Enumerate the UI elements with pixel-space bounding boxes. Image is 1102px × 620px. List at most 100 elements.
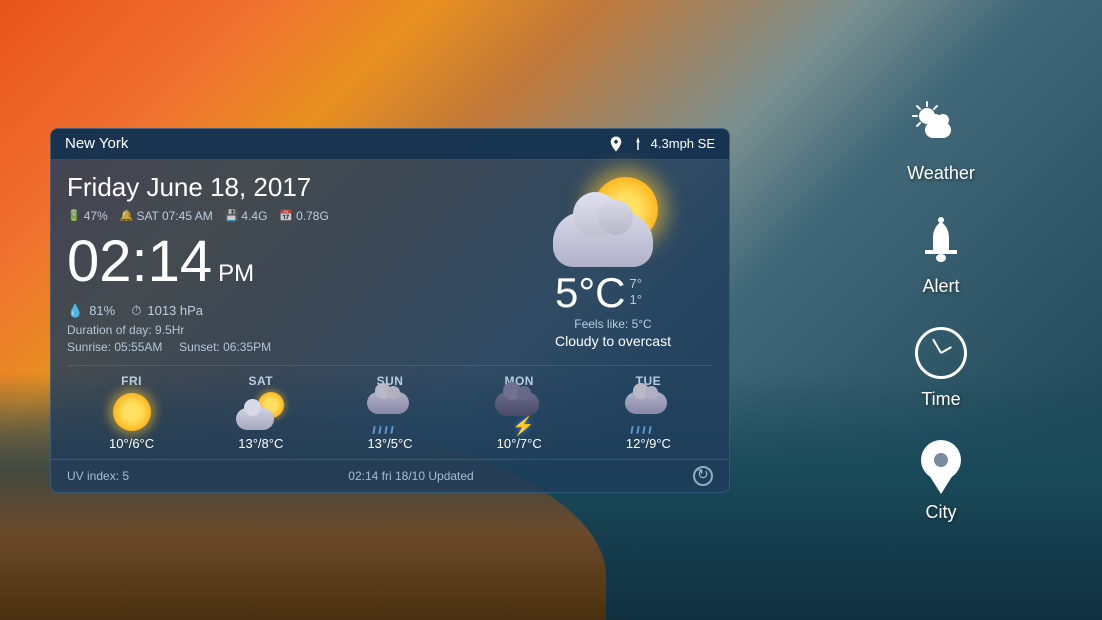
rain-drop-1 bbox=[372, 425, 375, 433]
battery-icon: 🔋 bbox=[67, 209, 81, 222]
fri-label: FRI bbox=[121, 374, 142, 388]
alarm-status: 🔔 SAT 07:45 AM bbox=[120, 209, 213, 223]
current-temp: 5°C bbox=[555, 272, 626, 314]
weather-sidebar-icon bbox=[911, 97, 971, 157]
time-ampm: PM bbox=[218, 262, 254, 286]
storage-status: 💾 4.4G bbox=[225, 209, 268, 223]
tue-icon bbox=[623, 392, 673, 432]
city-sidebar-icon bbox=[911, 436, 971, 496]
sun-times: Sunrise: 05:55AM Sunset: 06:35PM bbox=[67, 340, 503, 354]
wind-speed: 4.3mph SE bbox=[651, 136, 715, 151]
widget-main: Friday June 18, 2017 🔋 47% 🔔 SAT 07:45 A… bbox=[51, 160, 729, 365]
pin-svg bbox=[920, 439, 962, 494]
fri-icon bbox=[107, 392, 157, 432]
temp-low: 1° bbox=[630, 292, 642, 307]
temp-range: 7° 1° bbox=[630, 272, 642, 307]
date-display: Friday June 18, 2017 bbox=[67, 172, 503, 203]
sat-icon bbox=[236, 392, 286, 432]
uv-index: UV index: 5 bbox=[67, 469, 129, 483]
alert-sidebar-icon bbox=[911, 210, 971, 270]
weather-widget: New York 4.3mph SE Friday June 18, bbox=[50, 128, 730, 493]
weather-icon-container bbox=[911, 100, 971, 155]
sat-label: SAT bbox=[249, 374, 274, 388]
mon-icon: ⚡ bbox=[494, 392, 544, 432]
sidebar-item-city[interactable]: City bbox=[876, 428, 1006, 531]
time-value: 02:14 bbox=[67, 233, 212, 291]
fri-sun bbox=[113, 393, 151, 431]
alarm-icon: 🔔 bbox=[120, 209, 134, 222]
tue-rain-drop-2 bbox=[637, 425, 640, 433]
rain-drop-2 bbox=[378, 425, 381, 433]
sd-icon: 💾 bbox=[225, 209, 239, 222]
time-display: 02:14 PM bbox=[67, 233, 503, 291]
tue-rain-drop-3 bbox=[643, 425, 646, 433]
current-weather-icon bbox=[553, 177, 673, 267]
temp-high: 7° bbox=[630, 276, 642, 291]
forecast-fri: FRI 10°/6°C bbox=[67, 374, 196, 451]
battery-status: 🔋 47% bbox=[67, 209, 108, 223]
weather-label: Weather bbox=[907, 163, 975, 184]
sun-rays-svg bbox=[911, 100, 953, 142]
tue-temp: 12°/9°C bbox=[626, 436, 671, 451]
time-label: Time bbox=[921, 389, 960, 410]
cloud-main bbox=[553, 212, 653, 267]
widget-left: Friday June 18, 2017 🔋 47% 🔔 SAT 07:45 A… bbox=[67, 172, 503, 357]
widget-right: 5°C 7° 1° Feels like: 5°C Cloudy to over… bbox=[513, 172, 713, 357]
widget-footer: UV index: 5 02:14 fri 18/10 Updated bbox=[51, 459, 729, 492]
time-sidebar-icon bbox=[911, 323, 971, 383]
sat-temp: 13°/8°C bbox=[238, 436, 283, 451]
rain-drop-3 bbox=[384, 425, 387, 433]
humidity: 81% bbox=[89, 303, 115, 318]
wind-icon bbox=[607, 135, 625, 153]
temp-display: 5°C 7° 1° Feels like: 5°C Cloudy to over… bbox=[555, 272, 671, 349]
clock-svg bbox=[915, 327, 967, 379]
mon-thunder: ⚡ bbox=[494, 392, 544, 437]
widget-area: New York 4.3mph SE Friday June 18, bbox=[0, 0, 780, 620]
main-layout: New York 4.3mph SE Friday June 18, bbox=[0, 0, 1102, 620]
wind-direction-icon bbox=[630, 136, 646, 152]
storage2-status: 📅 0.78G bbox=[279, 209, 328, 223]
sidebar-item-time[interactable]: Time bbox=[876, 315, 1006, 418]
sidebar-item-alert[interactable]: Alert bbox=[876, 202, 1006, 305]
temp-main: 5°C 7° 1° bbox=[555, 272, 671, 314]
sun-rain bbox=[365, 392, 415, 434]
widget-header: New York 4.3mph SE bbox=[51, 129, 729, 160]
sun-rain-drops bbox=[373, 426, 393, 434]
tue-rain-drop-1 bbox=[631, 425, 634, 433]
weather-details: 💧 81% ⏱ 1013 hPa Duration of day: 9.5Hr … bbox=[67, 303, 503, 354]
forecast-row: FRI 10°/6°C SAT 13°/8°C bbox=[51, 366, 729, 459]
sat-sun-cloud bbox=[236, 392, 286, 430]
weather-condition: Cloudy to overcast bbox=[555, 333, 671, 349]
forecast-sat: SAT 13°/8°C bbox=[196, 374, 325, 451]
sun-cloud-body bbox=[367, 392, 409, 414]
tue-rain-drops bbox=[631, 426, 651, 434]
refresh-button[interactable] bbox=[693, 466, 713, 486]
forecast-sun: SUN 13°/5°C bbox=[325, 374, 454, 451]
wind-info: 4.3mph SE bbox=[607, 135, 715, 153]
day-duration: Duration of day: 9.5Hr bbox=[67, 323, 503, 337]
feels-like: Feels like: 5°C bbox=[555, 317, 671, 331]
forecast-mon: MON ⚡ 10°/7°C bbox=[455, 374, 584, 451]
alert-label: Alert bbox=[922, 276, 959, 297]
forecast-tue: TUE 12°/9°C bbox=[584, 374, 713, 451]
mon-temp: 10°/7°C bbox=[497, 436, 542, 451]
rain-drop-4 bbox=[390, 425, 393, 433]
lightning-bolt: ⚡ bbox=[512, 417, 534, 435]
sun-icon bbox=[365, 392, 415, 432]
mon-cloud bbox=[495, 392, 539, 416]
sidebar: Weather Alert Time bbox=[780, 0, 1102, 620]
pressure: 1013 hPa bbox=[147, 303, 203, 318]
status-row: 🔋 47% 🔔 SAT 07:45 AM 💾 4.4G 📅 bbox=[67, 209, 503, 223]
city-label: City bbox=[926, 502, 957, 523]
updated-time: 02:14 fri 18/10 Updated bbox=[348, 469, 473, 483]
bell-svg bbox=[915, 214, 967, 266]
tue-cloud-body bbox=[625, 392, 667, 414]
sun-temp: 13°/5°C bbox=[367, 436, 412, 451]
city-name: New York bbox=[65, 135, 128, 152]
sidebar-item-weather[interactable]: Weather bbox=[876, 89, 1006, 192]
humidity-pressure-row: 💧 81% ⏱ 1013 hPa bbox=[67, 303, 503, 319]
fri-temp: 10°/6°C bbox=[109, 436, 154, 451]
tue-rain bbox=[623, 392, 673, 434]
tue-rain-drop-4 bbox=[649, 425, 652, 433]
sat-cloud bbox=[236, 408, 274, 430]
